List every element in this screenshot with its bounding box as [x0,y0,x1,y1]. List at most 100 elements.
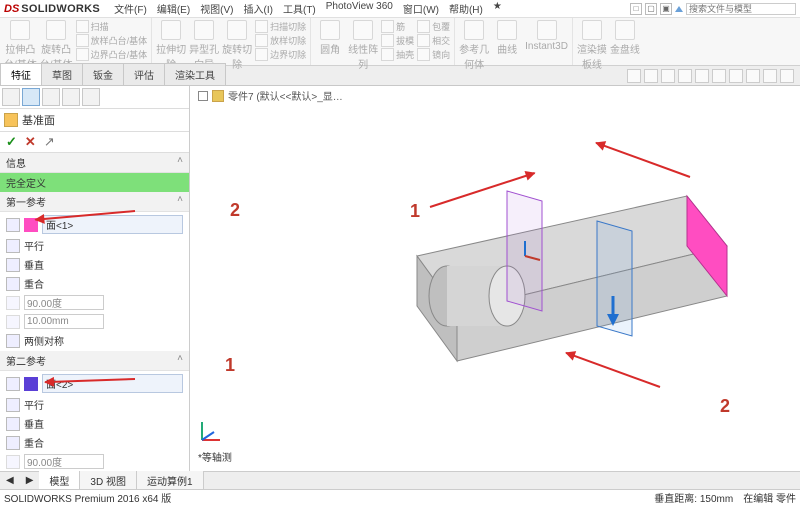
menu-file[interactable]: 文件(F) [112,1,149,16]
property-manager-tab-icon[interactable] [22,88,40,106]
ribbon-shell[interactable]: 抽壳 [381,48,414,61]
status-bar: SOLIDWORKS Premium 2016 x64 版 垂直距离: 150m… [0,489,800,505]
cut-loft-icon [255,34,268,47]
view-tool-icon[interactable] [661,69,675,83]
collection-icon [615,20,635,40]
ribbon-cut-sweep[interactable]: 扫描切除 [255,20,306,33]
tab-evaluate[interactable]: 评估 [123,63,165,85]
view-tool-icon[interactable] [729,69,743,83]
menu-window[interactable]: 窗口(W) [401,1,441,16]
tab-model[interactable]: 模型 [39,471,80,490]
prev-tab-icon[interactable]: ◀ [0,475,20,486]
ribbon-draft[interactable]: 拔模 [381,34,414,47]
boundary-icon [76,48,89,61]
section-info-header[interactable]: 信息˄ [0,153,189,173]
titlebar-icon[interactable]: □ [630,3,642,15]
expand-triangle-icon[interactable] [675,6,683,12]
coincident-icon [6,436,20,450]
part-icon [212,90,224,102]
view-tool-icon[interactable] [746,69,760,83]
ribbon-curves[interactable]: 曲线 [492,20,522,56]
cut-sweep-icon [255,20,268,33]
section-second-ref-header[interactable]: 第二参考˄ [0,351,189,371]
wrap-icon [417,20,430,33]
menu-help[interactable]: 帮助(H) [447,1,485,16]
tab-motion[interactable]: 运动算例1 [137,471,204,490]
doc-title[interactable]: 零件7 (默认<<默认>_显… [198,88,343,103]
config-tab-icon[interactable] [42,88,60,106]
refgeo-icon [464,20,484,40]
section-first-ref-header[interactable]: 第一参考˄ [0,192,189,212]
view-label: *等轴测 [198,449,232,464]
ribbon-cut-loft[interactable]: 放样切除 [255,34,306,47]
titlebar-icon[interactable]: ▢ [645,3,657,15]
second-ref-parallel[interactable]: 平行 [4,396,185,413]
tab-render[interactable]: 渲染工具 [164,63,226,85]
second-ref-coincident[interactable]: 重合 [4,434,185,451]
menu-insert[interactable]: 插入(I) [242,1,275,16]
symmetry-icon [6,334,20,348]
menu-tools[interactable]: 工具(T) [281,1,318,16]
ribbon-rib[interactable]: 筋 [381,20,414,33]
sweep-icon [76,20,89,33]
second-ref-face-field[interactable]: 面<2> [42,374,183,393]
view-tool-icon[interactable] [695,69,709,83]
tab-feature[interactable]: 特征 [0,63,42,85]
view-tool-icon[interactable] [678,69,692,83]
menu-star[interactable]: ★ [491,1,504,16]
face-select-icon [6,377,20,391]
second-ref-selection[interactable]: 面<2> [4,373,185,394]
view-tool-icon[interactable] [627,69,641,83]
perpendicular-icon [6,417,20,431]
second-ref-perp[interactable]: 垂直 [4,415,185,432]
tab-sheetmetal[interactable]: 钣金 [82,63,124,85]
view-tool-icon[interactable] [712,69,726,83]
ribbon-mirror[interactable]: 镜向 [417,48,450,61]
status-distance: 垂直距离: 150mm [654,490,733,505]
orientation-triad-icon[interactable] [196,418,224,446]
display-tab-icon[interactable] [82,88,100,106]
first-ref-coincident[interactable]: 重合 [4,275,185,292]
ribbon-cut-boundary[interactable]: 边界切除 [255,48,306,61]
next-tab-icon[interactable]: ▶ [20,475,40,486]
ribbon-fillet[interactable]: 圆角 [315,20,345,56]
ribbon-wrap[interactable]: 包覆 [417,20,450,33]
angle-input [24,295,104,310]
tab-3dview[interactable]: 3D 视图 [80,471,137,490]
dimxpert-tab-icon[interactable] [62,88,80,106]
first-ref-parallel[interactable]: 平行 [4,237,185,254]
menu-edit[interactable]: 编辑(E) [155,1,192,16]
graphics-viewport[interactable]: 零件7 (默认<<默认>_显… 1 [190,86,800,486]
cut-revolve-icon [227,20,247,40]
model-3d [297,146,737,426]
titlebar-icon[interactable]: ▣ [660,3,672,15]
feature-tree-tab-icon[interactable] [2,88,20,106]
menu-photoview[interactable]: PhotoView 360 [324,1,395,16]
ribbon-boundary[interactable]: 边界凸台/基体 [76,48,148,61]
ribbon-cut-revolve[interactable]: 旋转切 除 [222,20,252,71]
expand-tree-icon[interactable] [198,91,208,101]
work-area: 基准面 ✓ ✕ ↗ 信息˄ 完全定义 第一参考˄ 面<1> 平行 垂直 重合 两… [0,86,800,486]
ribbon-collection[interactable]: 金盘线 [610,20,640,56]
ribbon-render-template[interactable]: 渲染摸 板线 [577,20,607,71]
perpendicular-icon [6,258,20,272]
first-ref-perp[interactable]: 垂直 [4,256,185,273]
first-ref-selection[interactable]: 面<1> [4,214,185,235]
search-input[interactable] [686,3,796,15]
menu-view[interactable]: 视图(V) [198,1,235,16]
view-tool-icon[interactable] [644,69,658,83]
ribbon-ref-geometry[interactable]: 参考几 何体 [459,20,489,71]
pushpin-button[interactable]: ↗ [44,134,55,150]
ribbon-sweep[interactable]: 扫描 [76,20,148,33]
tab-sketch[interactable]: 草图 [41,63,83,85]
cancel-button[interactable]: ✕ [25,134,36,150]
ok-button[interactable]: ✓ [6,134,17,150]
ribbon-instant3d[interactable]: Instant3D [525,20,568,52]
first-ref-symmetry[interactable]: 两侧对称 [4,332,185,349]
ribbon-linear-pattern[interactable]: 线性阵 列 [348,20,378,71]
cut-extrude-icon [161,20,181,40]
view-tool-icon[interactable] [780,69,794,83]
view-tool-icon[interactable] [763,69,777,83]
ribbon-loft[interactable]: 放样凸台/基体 [76,34,148,47]
ribbon-intersect[interactable]: 相交 [417,34,450,47]
